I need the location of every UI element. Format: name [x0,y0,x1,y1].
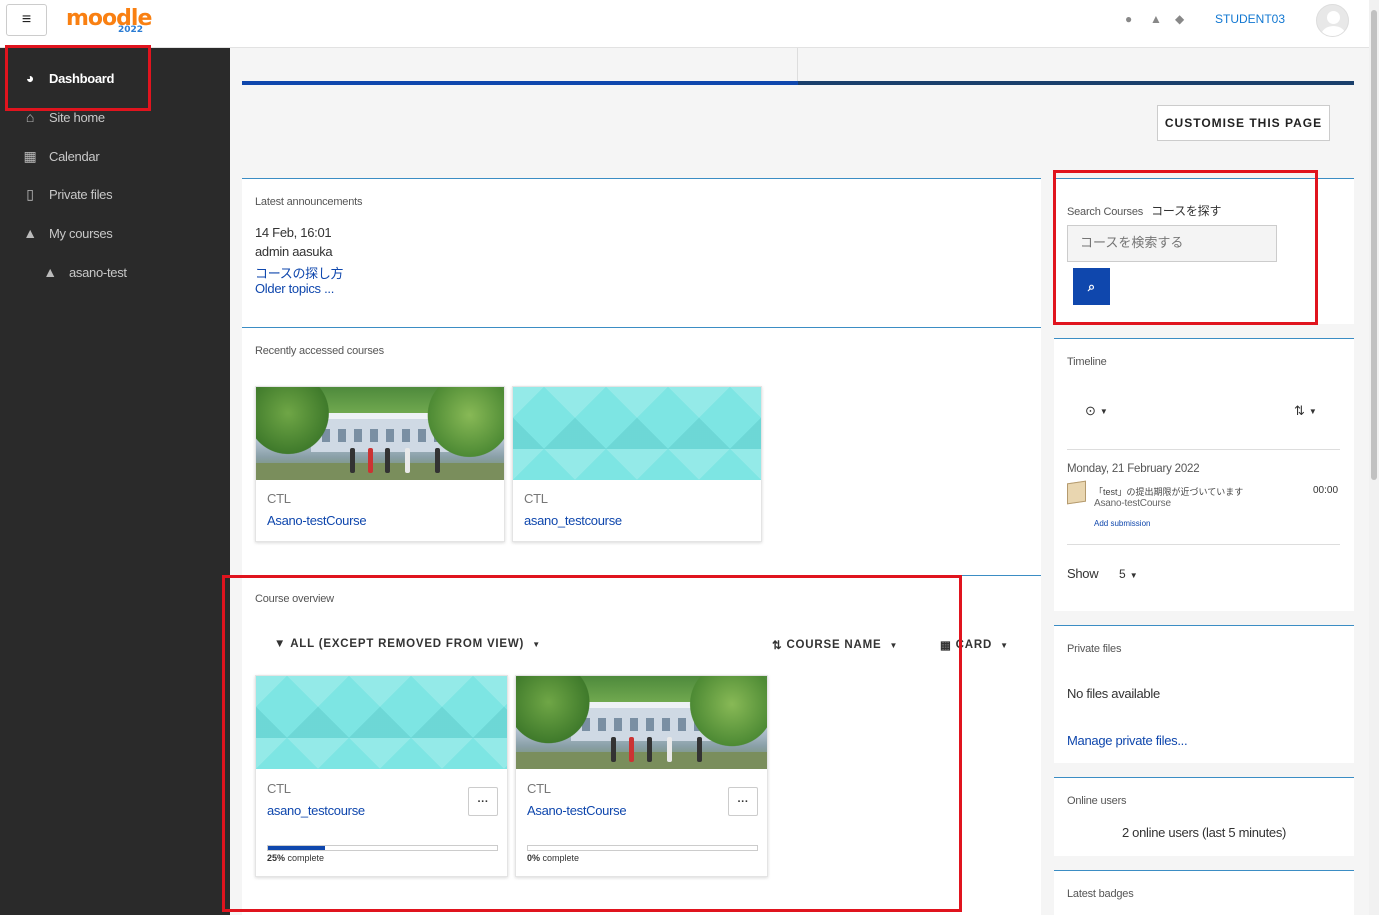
course-image[interactable] [256,387,504,480]
scrollbar-thumb[interactable] [1371,10,1377,480]
course-image[interactable] [513,387,761,480]
timeline-sort-dropdown[interactable]: ⇅ ▼ [1294,403,1317,419]
online-users-block: Online users 2 online users (last 5 minu… [1054,777,1354,856]
globe-icon[interactable]: ● [1125,12,1132,26]
add-submission-link[interactable]: Add submission [1094,519,1150,528]
graduation-cap-icon: ▲ [23,225,37,241]
course-card[interactable]: CTL asano_testcourse [512,386,762,542]
timeline-course: Asano-testCourse [1094,498,1171,509]
hamburger-icon[interactable]: ≡ [6,4,47,36]
divider [1067,544,1340,545]
timeline-block: Timeline ⊙ ▼ ⇅ ▼ Monday, 21 February 2022 … [1054,338,1354,611]
block-title: Latest announcements [255,196,363,208]
page-scrollbar[interactable] [1369,0,1379,915]
sidebar-item-private-files[interactable]: ▯ Private files [0,176,230,212]
nav-drawer: ◕ Dashboard ⌂ Site home ▦ Calendar ▯ Pri… [0,48,230,915]
clock-icon: ⊙ [1085,403,1096,418]
course-card[interactable]: CTL Asano-testCourse [255,386,505,542]
timeline-date: Monday, 21 February 2022 [1067,463,1200,475]
online-users-text: 2 online users (last 5 minutes) [1121,825,1287,840]
tab-underline [798,81,1354,85]
course-category: CTL [524,491,548,506]
sort-icon: ⇅ [1294,403,1305,418]
announcement-link[interactable]: コースの探し方 [255,263,344,282]
home-icon: ⌂ [25,109,35,125]
page-header-tabs [242,48,1354,85]
avatar[interactable] [1316,4,1349,37]
latest-badges-block: Latest badges [1054,870,1354,915]
chat-icon[interactable]: ◆ [1175,12,1184,26]
highlight-box [1053,170,1318,325]
caret-down-icon: ▼ [1129,571,1138,580]
moodle-logo[interactable]: moodle 2022 [66,6,152,35]
announcement-date: 14 Feb, 16:01 [255,225,332,240]
course-name-link[interactable]: asano_testcourse [524,513,622,528]
show-count-dropdown[interactable]: 5 ▼ [1119,567,1138,581]
show-label: Show [1067,566,1099,581]
calendar-icon: ▦ [23,147,37,164]
older-topics-link[interactable]: Older topics ... [255,281,334,296]
block-title: Recently accessed courses [255,345,384,357]
manage-private-files-link[interactable]: Manage private files... [1067,733,1188,748]
divider [1067,449,1340,450]
announcements-block: Latest announcements 14 Feb, 16:01 admin… [242,178,1041,327]
tab-underline [242,81,798,85]
caret-down-icon: ▼ [1099,406,1108,416]
block-title: Online users [1067,795,1127,807]
block-title: Latest badges [1067,888,1134,900]
block-title: Timeline [1067,356,1107,368]
user-menu-name[interactable]: STUDENT03 [1215,12,1285,26]
timeline-event[interactable]: 「test」の提出期限が近づいています [1094,485,1243,498]
announcement-author: admin aasuka [255,244,333,259]
highlight-box [5,45,151,111]
timeline-filter-dropdown[interactable]: ⊙ ▼ [1085,403,1108,419]
bell-icon[interactable]: ▲ [1150,12,1162,26]
tab-divider [797,48,798,81]
course-category: CTL [267,491,291,506]
sidebar-item-calendar[interactable]: ▦ Calendar [0,138,230,174]
assignment-icon [1067,480,1086,505]
timeline-time: 00:00 [1313,485,1339,496]
highlight-box [222,575,962,912]
no-files-text: No files available [1067,686,1160,701]
top-navbar: ≡ moodle 2022 ● ▲ ◆ STUDENT03 [0,0,1379,48]
recent-courses-block: Recently accessed courses CTL Asano-test… [242,327,1041,577]
customise-page-button[interactable]: CUSTOMISE THIS PAGE [1157,105,1330,141]
block-title: Private files [1067,643,1122,655]
graduation-cap-icon: ▲ [43,264,57,280]
sidebar-item-my-courses[interactable]: ▲ My courses [0,215,230,251]
caret-down-icon: ▼ [1308,406,1317,416]
caret-down-icon: ▼ [1000,640,1009,650]
course-name-link[interactable]: Asano-testCourse [267,513,367,528]
file-icon: ▯ [26,185,34,202]
sidebar-item-asano-test[interactable]: ▲ asano-test [0,254,230,290]
private-files-block: Private files No files available Manage … [1054,625,1354,763]
